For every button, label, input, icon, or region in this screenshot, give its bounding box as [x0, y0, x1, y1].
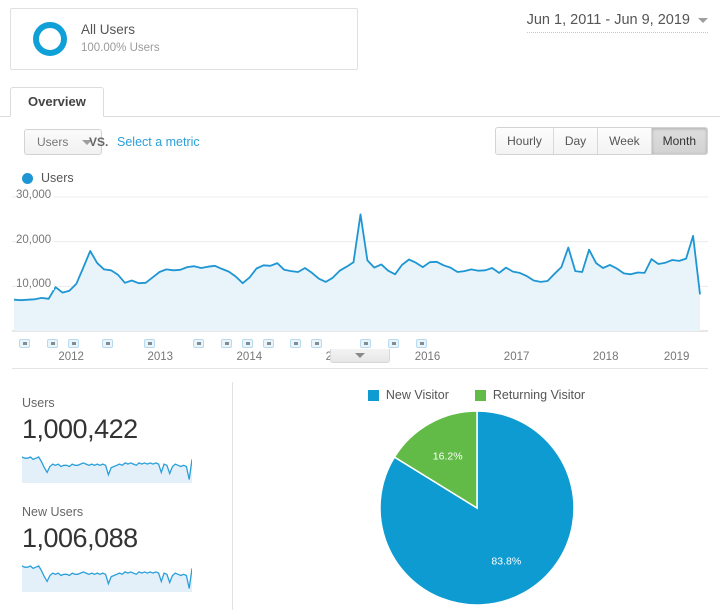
- annotation-marker-icon[interactable]: [290, 339, 302, 348]
- chevron-down-icon: [698, 17, 708, 23]
- annotation-marker-icon[interactable]: [415, 339, 427, 348]
- segment-subtitle: 100.00% Users: [81, 42, 160, 55]
- pie-legend-returning-visitor[interactable]: Returning Visitor: [474, 388, 586, 402]
- pie-legend-label: Returning Visitor: [492, 388, 586, 402]
- annotation-marker-icon[interactable]: [360, 339, 371, 348]
- metric-card-value: 1,006,088: [22, 523, 138, 553]
- annotation-marker-icon[interactable]: [46, 339, 58, 348]
- annotation-marker-icon[interactable]: [144, 339, 156, 348]
- granularity-week[interactable]: Week: [598, 128, 652, 154]
- chart-legend-label: Users: [41, 171, 74, 185]
- metric-card-users[interactable]: Users 1,000,422: [12, 382, 220, 491]
- sparkline-users: [22, 456, 192, 483]
- chart-plot-area[interactable]: 30,000 20,000 10,000: [12, 189, 708, 335]
- x-axis-tick-2012: 2012: [58, 351, 84, 363]
- chart-svg: [12, 196, 708, 332]
- metric-card-value: 1,000,422: [22, 414, 138, 444]
- tab-strip: Overview: [0, 87, 720, 117]
- date-range-selector[interactable]: Jun 1, 2011 - Jun 9, 2019: [526, 12, 708, 33]
- metric-card-new-users[interactable]: New Users 1,006,088: [12, 491, 220, 600]
- users-chart: Users 30,000 20,000 10,000: [12, 167, 708, 347]
- pie-legend-new-visitor[interactable]: New Visitor: [367, 388, 449, 402]
- annotation-marker-icon[interactable]: [262, 339, 274, 348]
- annotation-marker-icon[interactable]: [387, 339, 399, 348]
- granularity-control: Hourly Day Week Month: [495, 127, 708, 155]
- y-axis-tick-20000: 20,000: [16, 233, 55, 246]
- metric-card-label: Users: [22, 396, 55, 410]
- granularity-hourly[interactable]: Hourly: [496, 128, 554, 154]
- metric-column: Users 1,000,422 New Users 1,006,088: [12, 382, 233, 610]
- granularity-day[interactable]: Day: [553, 128, 599, 154]
- chart-legend: Users: [22, 167, 708, 189]
- sparkline-new-users: [22, 565, 192, 592]
- visitor-type-chart: New Visitor Returning Visitor 83.8% 16.2%: [233, 382, 720, 610]
- x-axis-tick-2013: 2013: [147, 351, 174, 363]
- pie-svg[interactable]: 83.8% 16.2%: [369, 408, 585, 608]
- y-axis-tick-30000: 30,000: [16, 189, 55, 201]
- pie-legend: New Visitor Returning Visitor: [233, 388, 720, 402]
- chevron-down-icon: [355, 353, 365, 358]
- annotation-marker-icon[interactable]: [241, 339, 253, 348]
- legend-swatch-returning-visitor-icon: [474, 389, 486, 401]
- x-axis-tick-2014: 2014: [236, 351, 263, 363]
- section-divider: [12, 368, 708, 369]
- chart-controls: Users VS. Select a metric Hourly Day Wee…: [0, 117, 720, 163]
- pie-slice-label: 83.8%: [491, 556, 521, 568]
- legend-dot-users-icon: [22, 172, 33, 184]
- chart-collapse-button[interactable]: [330, 349, 390, 363]
- annotation-marker-icon[interactable]: [18, 339, 30, 348]
- segment-name: All Users: [81, 22, 136, 38]
- y-axis-tick-10000: 10,000: [16, 278, 55, 291]
- legend-swatch-new-visitor-icon: [367, 389, 379, 401]
- segment-card[interactable]: All Users 100.00% Users: [10, 8, 358, 70]
- segment-text: All Users 100.00% Users: [81, 22, 160, 55]
- x-axis-tick-2016: 2016: [414, 351, 441, 363]
- metric-card-label: New Users: [22, 505, 84, 519]
- header-row: All Users 100.00% Users Jun 1, 2011 - Ju…: [0, 0, 720, 80]
- date-range-label: Jun 1, 2011 - Jun 9, 2019: [526, 12, 690, 28]
- x-axis-tick-2019: 2019: [663, 351, 690, 363]
- x-axis-tick-2017: 2017: [503, 351, 530, 363]
- annotation-marker-icon[interactable]: [311, 339, 323, 348]
- granularity-month[interactable]: Month: [651, 128, 707, 154]
- x-axis-tick-2018: 2018: [592, 351, 619, 363]
- annotation-marker-icon[interactable]: [67, 339, 79, 348]
- metric-selector-label: Users: [37, 135, 69, 149]
- annotation-marker-icon[interactable]: [220, 339, 232, 348]
- pie-wrapper: 83.8% 16.2%: [233, 408, 720, 608]
- select-metric-link[interactable]: Select a metric: [117, 135, 200, 149]
- vs-label: VS.: [89, 135, 109, 149]
- tab-overview[interactable]: Overview: [10, 87, 104, 117]
- summary-panel: Users 1,000,422 New Users 1,006,088 New …: [0, 382, 720, 610]
- pie-legend-label: New Visitor: [385, 388, 449, 402]
- segment-ring-icon: [33, 22, 67, 56]
- pie-slice-label: 16.2%: [432, 451, 462, 463]
- annotation-marker-icon[interactable]: [102, 339, 114, 348]
- annotation-marker-icon[interactable]: [192, 339, 204, 348]
